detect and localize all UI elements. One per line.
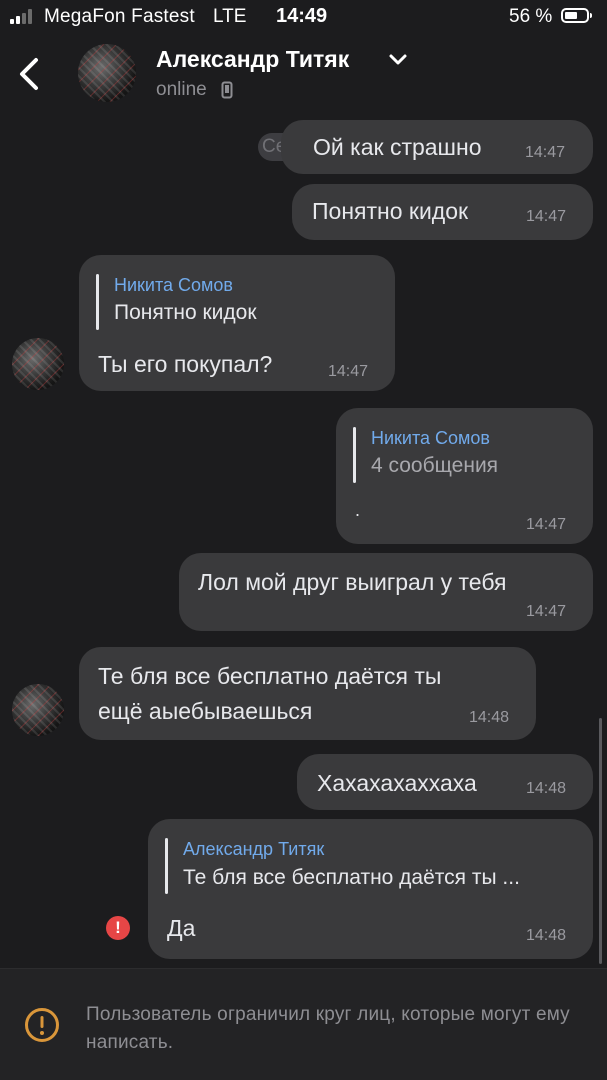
message-time: 14:47 — [526, 516, 567, 533]
reply-text[interactable]: Понятно кидок — [114, 301, 257, 325]
reply-bar — [353, 427, 356, 483]
message-incoming[interactable]: Никита Сомов Понятно кидок Ты его покупа… — [79, 255, 395, 391]
message-outgoing[interactable]: Ой как страшно 14:47 — [281, 120, 593, 174]
online-status: online — [156, 79, 207, 100]
message-outgoing[interactable]: Понятно кидок 14:47 — [292, 184, 593, 240]
message-outgoing[interactable]: Никита Сомов 4 сообщения . 14:47 — [336, 408, 593, 544]
avatar[interactable] — [78, 44, 136, 102]
status-bar: MegaFon Fastest LTE 14:49 56 % — [0, 0, 607, 34]
message-incoming[interactable]: Те бля все бесплатно даётся ты ещё аыебы… — [79, 647, 536, 740]
phone-icon — [221, 81, 233, 99]
message-time: 14:48 — [526, 927, 567, 944]
message-time: 14:47 — [526, 603, 567, 620]
message-time: 14:47 — [328, 363, 369, 380]
message-time: 14:48 — [469, 709, 510, 726]
battery-percent: 56 % — [509, 6, 553, 27]
back-icon[interactable] — [14, 54, 46, 94]
message-text: Хахахахаххаха — [317, 770, 477, 796]
chat-header: Александр Титяк online — [0, 34, 607, 116]
carrier-label: MegaFon Fastest — [44, 6, 195, 27]
message-time: 14:47 — [526, 208, 567, 225]
status-time: 14:49 — [276, 5, 328, 27]
reply-text[interactable]: 4 сообщения — [371, 454, 498, 478]
message-time: 14:48 — [526, 780, 567, 797]
reply-author[interactable]: Никита Сомов — [114, 275, 233, 296]
message-time: 14:47 — [525, 144, 566, 161]
reply-author[interactable]: Никита Сомов — [371, 428, 490, 449]
sender-avatar[interactable] — [12, 684, 64, 736]
network-label: LTE — [213, 6, 247, 27]
battery-icon — [561, 8, 592, 23]
message-text: Да — [167, 915, 196, 941]
restriction-notice: Пользователь ограничил круг лиц, которые… — [0, 968, 607, 1080]
message-list[interactable]: Сегодня Ой как страшно 14:47 Понятно кид… — [0, 116, 607, 968]
message-text: Ой как страшно — [313, 134, 482, 160]
message-text: Понятно кидок — [312, 198, 469, 224]
error-icon[interactable]: ! — [106, 916, 130, 940]
chevron-down-icon[interactable] — [387, 53, 409, 67]
message-text: Те бля все бесплатно даётся ты — [98, 663, 442, 689]
message-outgoing[interactable]: Александр Титяк Те бля все бесплатно даё… — [148, 819, 593, 959]
chat-title[interactable]: Александр Титяк — [156, 46, 349, 73]
warning-icon — [25, 1008, 59, 1042]
reply-bar — [165, 838, 168, 894]
message-text: Ты его покупал? — [98, 351, 273, 377]
message-text: ещё аыебываешься — [98, 698, 313, 724]
message-text: Лол мой друг выиграл у тебя — [198, 569, 507, 595]
scrollbar[interactable] — [599, 718, 602, 964]
message-outgoing[interactable]: Хахахахаххаха 14:48 — [297, 754, 593, 810]
signal-icon — [10, 8, 40, 24]
reply-bar — [96, 274, 99, 330]
sender-avatar[interactable] — [12, 338, 64, 390]
restriction-text: Пользователь ограничил круг лиц, которые… — [86, 1004, 570, 1053]
message-text: . — [355, 500, 361, 520]
reply-text[interactable]: Те бля все бесплатно даётся ты ... — [183, 866, 520, 890]
reply-author[interactable]: Александр Титяк — [183, 839, 324, 860]
message-outgoing[interactable]: Лол мой друг выиграл у тебя 14:47 — [179, 553, 593, 631]
